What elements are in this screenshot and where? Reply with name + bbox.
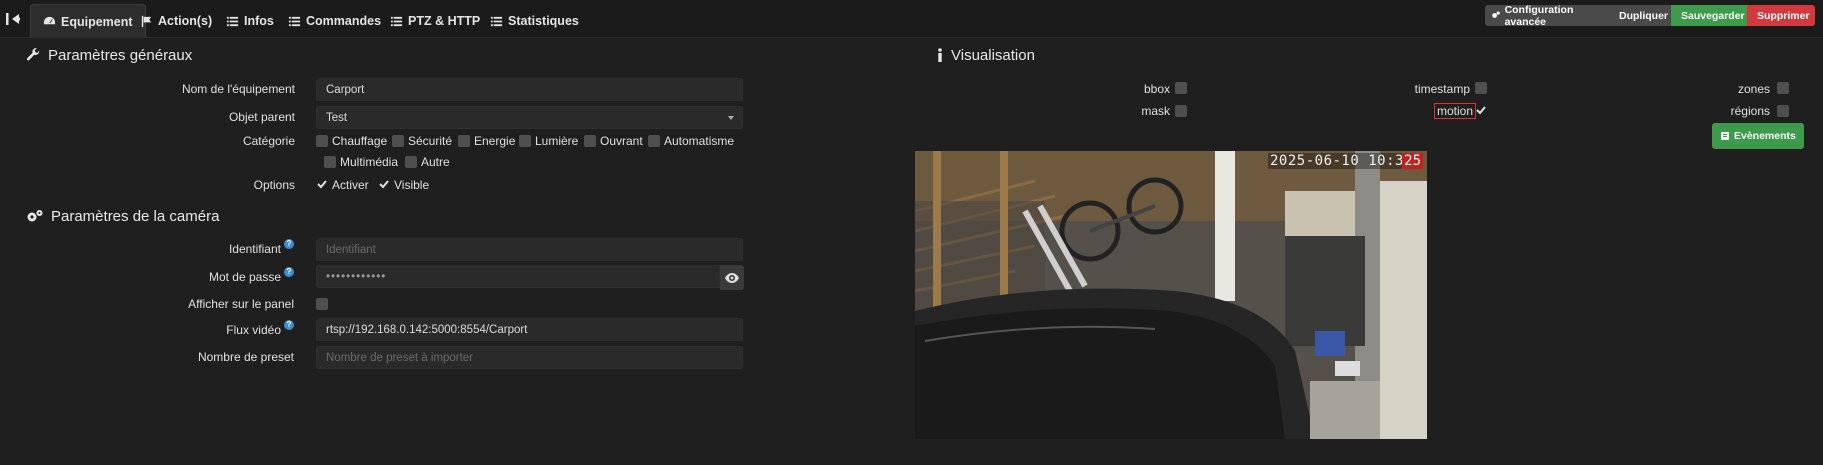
tab-label: Statistiques [508, 14, 579, 28]
bbox-checkbox[interactable] [1175, 82, 1187, 94]
eye-icon [725, 272, 739, 283]
book-icon [1721, 132, 1729, 140]
list-icon [226, 16, 239, 26]
help-icon[interactable]: ? [284, 320, 294, 330]
help-icon[interactable]: ? [284, 239, 294, 249]
list-icon [490, 16, 503, 26]
back-arrow-icon[interactable] [4, 10, 22, 28]
show-password-button[interactable] [720, 265, 744, 290]
category-label-chauffage: Chauffage [332, 134, 388, 148]
tab-label: Commandes [306, 14, 382, 28]
category-checkbox-autre[interactable] [405, 156, 417, 168]
category-label-lumiere: Lumière [535, 134, 579, 148]
options-label: Options [253, 178, 295, 192]
preset-count-label: Nombre de preset [197, 350, 294, 364]
parent-object-label: Objet parent [228, 110, 295, 124]
tab-statistiques[interactable]: Statistiques [478, 4, 591, 38]
tab-ptz-http[interactable]: PTZ & HTTP [378, 4, 492, 38]
zones-checkbox[interactable] [1777, 82, 1789, 94]
password-input[interactable]: •••••••••••• [316, 265, 720, 288]
flag-icon [141, 15, 152, 27]
mask-checkbox[interactable] [1175, 105, 1187, 117]
motion-checkbox[interactable] [1475, 104, 1487, 116]
motion-label: motion [1434, 103, 1477, 119]
video-stream-label: Flux vidéo [226, 323, 281, 337]
password-label: Mot de passe [208, 270, 281, 284]
camera-seconds-overlay: 25 [1402, 153, 1423, 169]
regions-label: régions [1730, 104, 1770, 118]
list-icon [288, 16, 301, 26]
general-section-title: Paramètres généraux [26, 47, 192, 64]
tab-commandes[interactable]: Commandes [276, 4, 393, 38]
tab-actions[interactable]: Action(s) [128, 4, 224, 38]
category-checkbox-ouvrant[interactable] [584, 135, 596, 147]
check-icon [1476, 106, 1486, 115]
gears-icon [27, 210, 43, 222]
bbox-label: bbox [1143, 82, 1170, 96]
show-panel-label: Afficher sur le panel [188, 297, 294, 311]
category-checkbox-multimedia[interactable] [324, 156, 336, 168]
category-checkbox-chauffage[interactable] [316, 135, 328, 147]
category-label-energie: Energie [474, 134, 516, 148]
identifier-input[interactable]: Identifiant [316, 238, 743, 261]
visible-checkbox[interactable] [378, 178, 390, 190]
activate-label: Activer [332, 178, 369, 192]
duplicate-button[interactable]: Dupliquer [1609, 5, 1671, 26]
equipment-name-input[interactable]: Carport [316, 78, 743, 101]
category-label-automatisme: Automatisme [664, 134, 735, 148]
help-icon[interactable]: ? [284, 267, 294, 277]
tachometer-icon [43, 16, 56, 25]
timestamp-label: timestamp [1414, 82, 1470, 96]
visible-label: Visible [394, 178, 430, 192]
visualisation-section-title: Visualisation [936, 47, 1035, 64]
save-button[interactable]: Sauvegarder [1671, 5, 1747, 26]
category-checkbox-energie[interactable] [458, 135, 470, 147]
category-checkbox-securite[interactable] [392, 135, 404, 147]
category-label-securite: Sécurité [408, 134, 453, 148]
check-icon [379, 180, 389, 189]
zones-label: zones [1737, 82, 1770, 96]
check-icon [317, 180, 327, 189]
events-button[interactable]: Evènements [1712, 123, 1804, 149]
tab-label: Equipement [61, 14, 133, 29]
category-label-autre: Autre [421, 155, 450, 169]
info-icon [938, 48, 942, 62]
timestamp-checkbox[interactable] [1475, 82, 1487, 94]
preset-count-input[interactable]: Nombre de preset à importer [316, 346, 743, 369]
chevron-down-icon [728, 116, 734, 120]
mask-label: mask [1141, 104, 1170, 118]
camera-snapshot: 2025-06-10 10:38 25 [915, 151, 1427, 439]
wrench-icon [26, 48, 40, 61]
equipment-name-label: Nom de l'équipement [181, 82, 295, 96]
category-label-ouvrant: Ouvrant [600, 134, 643, 148]
list-icon [390, 16, 403, 26]
camera-image [915, 151, 1427, 439]
video-stream-input[interactable]: rtsp://192.168.0.142:5000:8554/Carport [316, 318, 743, 341]
show-panel-checkbox[interactable] [316, 298, 328, 310]
tab-label: Action(s) [158, 14, 213, 28]
top-bar: Equipement Action(s) Infos Commandes PTZ… [0, 0, 1823, 38]
parent-object-select[interactable]: Test [316, 106, 743, 129]
activate-checkbox[interactable] [316, 178, 328, 190]
camera-section-title: Paramètres de la caméra [26, 208, 219, 225]
delete-button[interactable]: Supprimer [1747, 5, 1815, 26]
category-checkbox-automatisme[interactable] [648, 135, 660, 147]
gears-icon [1492, 11, 1500, 18]
tab-label: PTZ & HTTP [408, 14, 481, 28]
regions-checkbox[interactable] [1777, 105, 1789, 117]
category-label-multimedia: Multimédia [340, 155, 399, 169]
identifier-label: Identifiant [228, 242, 281, 256]
advanced-config-button[interactable]: Configuration avancée [1485, 4, 1609, 28]
category-checkbox-lumiere[interactable] [519, 135, 531, 147]
tab-label: Infos [244, 14, 274, 28]
category-label: Catégorie [242, 134, 295, 148]
camera-timestamp-overlay: 2025-06-10 10:38 [1268, 153, 1415, 169]
